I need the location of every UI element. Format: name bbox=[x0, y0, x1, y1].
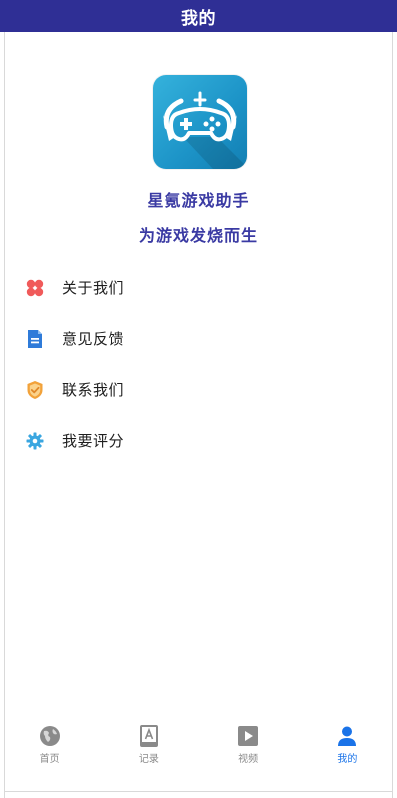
document-icon bbox=[24, 328, 46, 350]
gear-icon bbox=[24, 430, 46, 452]
bottom-edge-divider bbox=[4, 791, 393, 792]
gamepad-icon bbox=[163, 91, 247, 169]
menu-item-about-us[interactable]: 关于我们 bbox=[24, 262, 364, 313]
page-title: 我的 bbox=[181, 8, 216, 29]
app-slogan: 为游戏发烧而生 bbox=[138, 226, 258, 245]
clover-icon bbox=[24, 277, 46, 299]
menu-item-label: 我要评分 bbox=[62, 432, 125, 450]
menu-item-label: 意见反馈 bbox=[62, 330, 125, 348]
profile-screen: 我的 星氪游戏助手 为游戏发烧而生 关于我们 意见反馈 联系我们 我要评分 首页… bbox=[0, 0, 397, 798]
menu-item-rate-us[interactable]: 我要评分 bbox=[24, 415, 364, 466]
menu-item-contact-us[interactable]: 联系我们 bbox=[24, 364, 364, 415]
settings-menu: 关于我们 意见反馈 联系我们 我要评分 bbox=[24, 262, 364, 466]
book-icon bbox=[137, 724, 161, 748]
tab-label: 我的 bbox=[337, 754, 358, 765]
app-name: 星氪游戏助手 bbox=[147, 191, 250, 210]
tab-home[interactable]: 首页 bbox=[0, 720, 99, 770]
tab-mine[interactable]: 我的 bbox=[298, 720, 397, 770]
tab-video[interactable]: 视频 bbox=[199, 720, 298, 770]
tab-label: 记录 bbox=[138, 754, 159, 765]
app-logo bbox=[153, 75, 247, 169]
menu-item-feedback[interactable]: 意见反馈 bbox=[24, 313, 364, 364]
bottom-tab-bar: 首页 记录 视频 我的 bbox=[0, 720, 397, 770]
person-icon bbox=[335, 724, 359, 748]
left-edge-divider bbox=[4, 32, 5, 798]
right-edge-divider bbox=[392, 32, 393, 798]
play-icon bbox=[236, 724, 260, 748]
menu-item-label: 联系我们 bbox=[62, 381, 125, 399]
tab-label: 首页 bbox=[39, 754, 60, 765]
tab-label: 视频 bbox=[238, 754, 259, 765]
menu-item-label: 关于我们 bbox=[62, 279, 125, 297]
globe-icon bbox=[38, 724, 62, 748]
tab-records[interactable]: 记录 bbox=[99, 720, 198, 770]
top-bar: 我的 bbox=[0, 0, 397, 32]
shield-check-icon bbox=[24, 379, 46, 401]
